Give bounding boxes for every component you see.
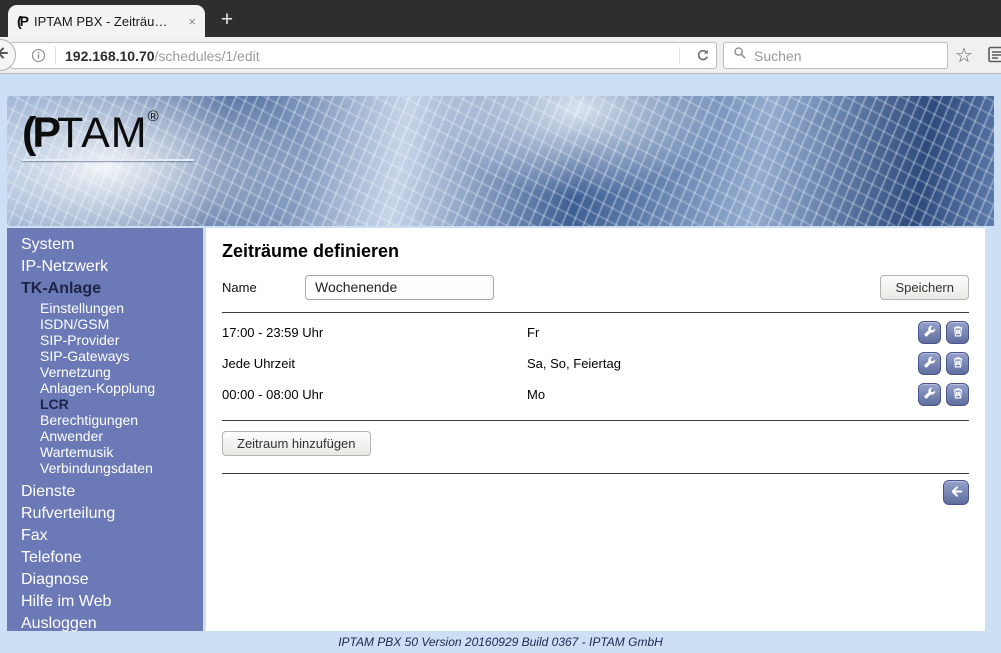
sidebar-item[interactable]: System: [7, 234, 203, 256]
sidebar-menu: System IP-Netzwerk TK-Anlage Einstellungen I…: [7, 228, 203, 632]
footer-text: IPTAM PBX 50 Version 20160929 Build 0367…: [338, 635, 663, 649]
new-tab-button[interactable]: +: [210, 7, 244, 35]
schedule-row: Jede Uhrzeit Sa, So, Feiertag: [222, 348, 969, 379]
page-info-icon[interactable]: [31, 48, 46, 63]
schedule-time: 17:00 - 23:59 Uhr: [222, 325, 324, 340]
sidebar-item[interactable]: Vernetzung: [7, 364, 203, 380]
back-arrow-icon: [0, 45, 10, 66]
divider: [222, 312, 969, 313]
tab-close-icon[interactable]: ×: [188, 14, 196, 29]
sidebar-item[interactable]: ISDN/GSM: [7, 316, 203, 332]
add-period-button[interactable]: Zeitraum hinzufügen: [222, 431, 371, 456]
web-page: (PTAM® System IP-Netzwerk TK-Anlage Einstel…: [0, 74, 1001, 653]
search-icon: [733, 46, 747, 65]
reload-icon[interactable]: [688, 43, 716, 68]
url-path: /schedules/1/edit: [154, 47, 260, 64]
schedule-row: 17:00 - 23:59 Uhr Fr: [222, 317, 969, 348]
search-bar[interactable]: Suchen: [723, 42, 948, 69]
logo-mark: (P: [22, 109, 61, 157]
schedule-days: Fr: [527, 325, 540, 340]
bookmark-star-icon[interactable]: ☆: [955, 43, 973, 68]
url-bar[interactable]: 192.168.10.70/schedules/1/edit: [10, 42, 717, 69]
delete-button[interactable]: [946, 321, 969, 344]
sidebar-item[interactable]: Telefone: [7, 547, 203, 569]
name-label: Name: [222, 279, 257, 295]
sidebar-item[interactable]: Fax: [7, 525, 203, 547]
wrench-icon: [922, 324, 937, 342]
wrench-icon: [922, 386, 937, 404]
tab-title: IPTAM PBX - Zeiträu…: [34, 13, 168, 29]
registered-mark: ®: [147, 108, 159, 125]
sidebar-item[interactable]: LCR: [7, 396, 203, 412]
sidebar-item[interactable]: IP-Netzwerk: [7, 256, 203, 278]
schedule-time: 00:00 - 08:00 Uhr: [222, 387, 324, 402]
schedule-row: 00:00 - 08:00 Uhr Mo: [222, 379, 969, 410]
schedule-days: Sa, So, Feiertag: [527, 356, 621, 371]
sidebar-item[interactable]: TK-Anlage: [7, 278, 203, 300]
iptam-logo: (PTAM®: [22, 108, 194, 161]
sidebar-item[interactable]: Verbindungsdaten: [7, 460, 203, 476]
delete-button[interactable]: [946, 383, 969, 406]
back-nav-button[interactable]: [943, 480, 969, 505]
reload-divider: [679, 47, 680, 64]
edit-button[interactable]: [918, 352, 941, 375]
sidebar-item[interactable]: Hilfe im Web: [7, 591, 203, 613]
url-host: 192.168.10.70: [65, 47, 155, 64]
main-content: Zeiträume definieren Name Speichern 17:0…: [206, 228, 985, 631]
sidebar-item[interactable]: Dienste: [7, 481, 203, 503]
edit-button[interactable]: [918, 383, 941, 406]
browser-toolbar: 192.168.10.70/schedules/1/edit Suchen ☆: [0, 37, 1001, 74]
sidebar-item[interactable]: Diagnose: [7, 569, 203, 591]
search-placeholder: Suchen: [754, 47, 802, 64]
schedule-list: 17:00 - 23:59 Uhr Fr Jede Uhrzeit Sa, So…: [222, 317, 969, 410]
edit-button[interactable]: [918, 321, 941, 344]
sidebar-item[interactable]: Rufverteilung: [7, 503, 203, 525]
sidebar-item[interactable]: SIP-Provider: [7, 332, 203, 348]
save-button[interactable]: Speichern: [880, 274, 969, 300]
sidebar-item[interactable]: Wartemusik: [7, 444, 203, 460]
sidebar-item[interactable]: Anlagen-Kopplung: [7, 380, 203, 396]
divider: [222, 473, 969, 474]
delete-button[interactable]: [946, 352, 969, 375]
sidebar-item[interactable]: Einstellungen: [7, 300, 203, 316]
sidebar-item[interactable]: SIP-Gateways: [7, 348, 203, 364]
trash-icon: [951, 355, 965, 372]
schedule-days: Mo: [527, 387, 546, 402]
logo-underline: [22, 159, 194, 161]
tab-bar: (P IPTAM PBX - Zeiträu… × +: [0, 0, 1001, 37]
page-title: Zeiträume definieren: [222, 241, 400, 261]
iptam-favicon-icon: (P: [17, 13, 29, 29]
schedule-time: Jede Uhrzeit: [222, 356, 295, 371]
trash-icon: [951, 324, 965, 341]
url-divider: [55, 47, 56, 64]
trash-icon: [951, 386, 965, 403]
sidebar-item[interactable]: Berechtigungen: [7, 412, 203, 428]
name-input[interactable]: [305, 274, 494, 300]
divider: [222, 420, 969, 421]
back-arrow-icon: [949, 484, 964, 502]
wrench-icon: [922, 355, 937, 373]
sidebar-item[interactable]: Anwender: [7, 428, 203, 444]
bookmarks-panel-icon[interactable]: [988, 46, 1001, 69]
browser-tab[interactable]: (P IPTAM PBX - Zeiträu… ×: [8, 5, 205, 37]
iptam-banner: (PTAM®: [7, 96, 994, 226]
